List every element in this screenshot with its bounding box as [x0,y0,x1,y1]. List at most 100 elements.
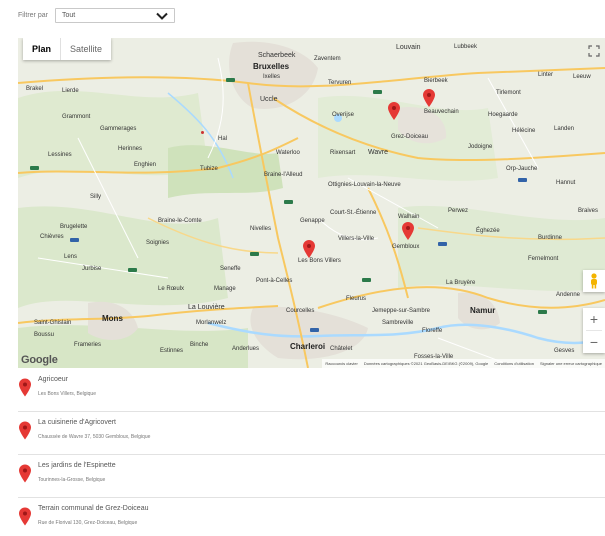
location-item[interactable]: Les jardins de l'Espinette Tourinnes-la-… [18,455,605,498]
place-soignies: Soignies [146,240,170,246]
road-shield [250,252,259,256]
zoom-out-button[interactable]: − [583,331,605,353]
place-anderlues: Anderlues [232,346,260,352]
location-item[interactable]: La cuisinerie d'Agricovert Chaussée de W… [18,412,605,455]
place-louvain: Louvain [396,44,421,51]
location-name[interactable]: Les jardins de l'Espinette [38,462,116,469]
place-chievres: Chièvres [40,234,64,240]
place-jodoigne: Jodoigne [468,144,493,150]
place-beauvechain: Beauvechain [424,109,459,115]
zoom-in-button[interactable]: + [583,308,605,330]
place-grez: Grez-Doiceau [391,134,429,140]
place-seneffe: Seneffe [220,266,241,272]
place-lierde: Lierde [62,88,79,94]
map-data-attribution: Données cartographiques ©2021 GeoBasis-D… [363,361,489,366]
terms-link[interactable]: Conditions d'utilisation [494,361,534,366]
road-shield [310,328,319,332]
place-walhain: Walhain [398,214,420,220]
filter-bar: Filtrer par Tout [18,8,175,23]
place-floreffe: Floreffe [422,328,443,334]
place-lesbons: Les Bons Villers [298,258,341,264]
fullscreen-icon [588,45,600,57]
map-marker-icon[interactable] [423,89,435,107]
street-view-pegman-button[interactable] [583,270,605,292]
locations-list: Agricoeur Les Bons Villers, Belgique La … [18,369,605,536]
location-name[interactable]: La cuisinerie d'Agricovert [38,419,116,426]
place-boussu: Boussu [34,332,55,338]
map-type-control: Plan Satellite [23,38,112,60]
place-morlanwelz: Morlanwelz [196,320,227,326]
keyboard-shortcuts-link[interactable]: Raccourcis clavier [325,361,357,366]
place-lerveulx: Le Rœulx [158,286,185,292]
place-genappe: Genappe [300,218,325,224]
location-address: Chaussée de Wavre 37, 5030 Gembloux, Bel… [38,434,151,440]
location-address: Rue de Florival 130, Grez-Doiceau, Belgi… [38,520,138,526]
fullscreen-button[interactable] [583,40,605,62]
place-ixelles: Ixelles [263,74,281,80]
place-namur: Namur [470,306,496,315]
place-fleurus: Fleurus [346,296,367,302]
place-villers: Villers-la-Ville [338,236,375,242]
map-marker-icon [19,507,31,526]
road-shield [30,166,39,170]
place-waterloo: Waterloo [276,150,300,156]
place-herinnes: Herinnes [118,146,143,152]
place-orp: Orp-Jauche [506,166,538,172]
location-address: Les Bons Villers, Belgique [38,391,96,397]
place-lessines: Lessines [48,152,72,158]
place-tervuren: Tervuren [328,80,352,86]
map-marker-icon[interactable] [388,102,400,120]
place-bruxelles: Bruxelles [253,62,290,71]
map-type-plan-button[interactable]: Plan [23,38,62,60]
filter-selected-value: Tout [61,12,76,19]
place-charleroi: Charleroi [290,342,326,351]
map[interactable]: Schaerbeek Bruxelles Ixelles Uccle Zaven… [18,38,605,368]
place-gembloux: Gembloux [392,244,420,250]
place-rixensart: Rixensart [330,150,356,156]
place-tubize: Tubize [200,166,218,172]
place-bierbeek: Bierbeek [424,78,448,84]
road-shield [438,242,447,246]
map-attribution-bar: Raccourcis clavier Données cartographiqu… [322,359,605,368]
place-helecine: Hélécine [512,128,536,134]
google-logo[interactable]: Google [21,354,58,366]
place-andenne: Andenne [556,292,581,298]
road-shield [128,268,137,272]
place-brugelette: Brugelette [60,224,88,230]
place-burdinne: Burdinne [538,235,563,241]
map-dot-marker[interactable] [201,131,204,134]
place-leeuw: Leeuw [573,74,591,80]
place-tirlemont: Tirlemont [496,90,521,96]
place-linter: Linter [538,72,554,78]
place-manage: Manage [214,286,236,292]
road-shield [284,200,293,204]
place-wavre: Wavre [368,149,388,156]
place-mons: Mons [102,314,123,323]
place-frameries: Frameries [74,342,102,348]
map-marker-icon[interactable] [303,240,315,258]
location-item[interactable]: Terrain communal de Grez-Doiceau Rue de … [18,498,605,536]
place-court: Court-St.-Étienne [330,210,377,216]
chevron-down-icon [156,12,168,20]
report-error-link[interactable]: Signaler une erreur cartographique [540,361,602,366]
place-louviere: La Louvière [188,304,225,311]
map-type-satellite-button[interactable]: Satellite [61,38,111,60]
place-lens: Lens [64,254,78,260]
location-item[interactable]: Agricoeur Les Bons Villers, Belgique [18,369,605,412]
place-saint-ghislain: Saint-Ghislain [34,320,72,326]
road-shield [518,178,527,182]
road-shield [362,278,371,282]
road-shield [373,90,382,94]
place-perwez: Perwez [448,208,469,214]
road-shield [226,78,235,82]
location-name[interactable]: Terrain communal de Grez-Doiceau [38,505,149,512]
place-nivelles: Nivelles [250,226,272,232]
place-lubbeek: Lubbeek [454,44,478,50]
location-name[interactable]: Agricoeur [38,376,68,383]
place-eghezee: Éghezée [476,228,500,234]
map-marker-icon[interactable] [402,222,414,240]
zoom-control: + − [583,308,605,353]
place-enghien: Enghien [134,162,157,168]
filter-select[interactable]: Tout [54,8,175,23]
place-grammont: Grammont [62,114,91,120]
